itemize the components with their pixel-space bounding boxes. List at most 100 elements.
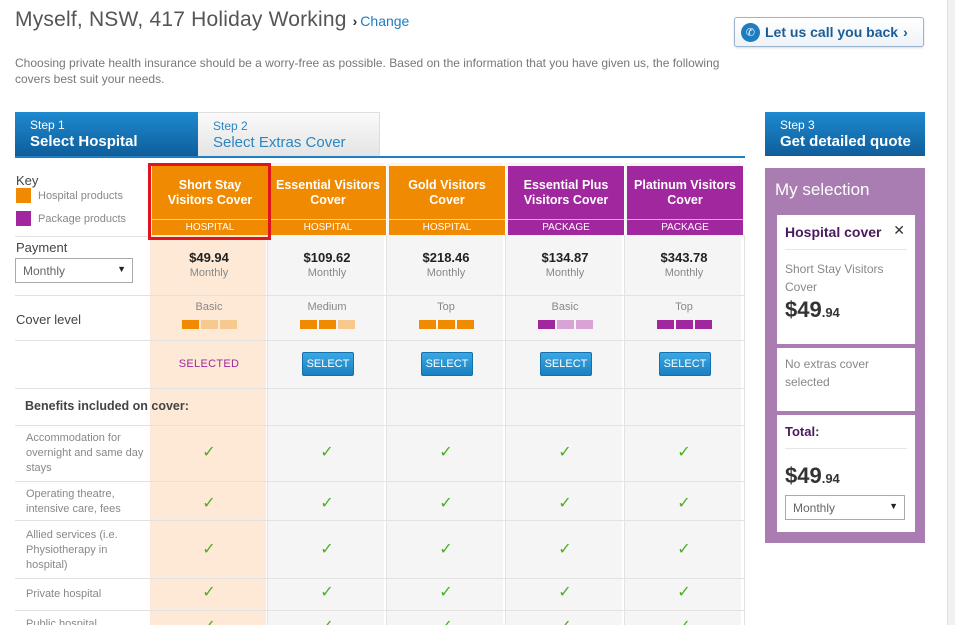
benefit-label: Public hospital: [26, 618, 97, 625]
level-bar: [319, 320, 336, 329]
check-icon: ✓: [506, 616, 624, 625]
check-icon: ✓: [558, 584, 572, 601]
level-bar: [657, 320, 674, 329]
my-selection-title: My selection: [775, 180, 870, 199]
chevron-right-icon: ›: [352, 13, 358, 29]
step-3-tab[interactable]: Step 3 Get detailed quote: [765, 112, 925, 156]
check-icon: ✓: [320, 495, 334, 512]
benefit-label: Allied services (i.e. Physiotherapy in h…: [26, 529, 118, 571]
level-bar: [220, 320, 237, 329]
page-scrollbar[interactable]: [947, 0, 955, 625]
product-type: HOSPITAL: [389, 219, 505, 235]
cover-level-text: Top: [437, 301, 455, 313]
hospital-cover-card: Hospital cover ✕ Short Stay Visitors Cov…: [777, 215, 915, 344]
row-divider: [15, 425, 745, 426]
check-icon: ✓: [558, 541, 572, 558]
level-bar: [338, 320, 355, 329]
step-name: Get detailed quote: [780, 133, 911, 150]
column-divider: [267, 235, 268, 625]
product-price: $109.62: [303, 250, 351, 265]
change-link[interactable]: › Change: [353, 13, 410, 29]
payment-frequency-value: Monthly: [23, 264, 66, 278]
product-column-essential: Essential Visitors Cover HOSPITAL $109.6…: [268, 163, 386, 625]
row-divider: [15, 295, 745, 296]
cover-level-label: Cover level: [16, 312, 82, 327]
total-frequency-select[interactable]: Monthly ▼: [785, 495, 905, 520]
dropdown-arrow-icon: ▼: [889, 501, 898, 511]
step-name: Select Extras Cover: [213, 134, 346, 151]
total-card: Total: $49.94 Monthly ▼: [777, 415, 915, 532]
price-cents: .94: [821, 305, 840, 320]
product-name[interactable]: Platinum Visitors Cover: [627, 166, 743, 219]
key-hospital-label: Hospital products: [38, 189, 123, 202]
total-label: Total:: [785, 424, 820, 439]
cover-level-text: Basic: [195, 301, 223, 313]
cover-level-text: Basic: [551, 301, 579, 313]
step-1-tab[interactable]: Step 1 Select Hospital: [15, 112, 198, 156]
product-frequency: Monthly: [664, 267, 704, 279]
check-icon: ✓: [202, 584, 216, 601]
selected-hospital-product: Short Stay Visitors Cover: [785, 262, 884, 294]
product-type: PACKAGE: [627, 219, 743, 235]
level-bar: [419, 320, 436, 329]
check-icon: ✓: [439, 444, 453, 461]
check-icon: ✓: [625, 616, 743, 625]
benefit-label: Private hospital: [26, 588, 102, 600]
benefit-label: Operating theatre, intensive care, fees: [26, 488, 121, 515]
product-column-essential-plus: Essential Plus Visitors Cover PACKAGE $1…: [506, 163, 624, 625]
intro-text: Choosing private health insurance should…: [15, 56, 720, 86]
price-cents: .94: [821, 471, 840, 486]
payment-frequency-select[interactable]: Monthly ▼: [15, 258, 133, 283]
select-button[interactable]: SELECT: [659, 352, 711, 376]
step-number: Step 2: [213, 119, 248, 133]
call-back-label: Let us call you back: [765, 24, 899, 40]
check-icon: ✓: [150, 616, 268, 625]
level-bar: [182, 320, 199, 329]
hospital-price: $49.94: [785, 297, 840, 323]
check-icon: ✓: [677, 541, 691, 558]
divider: [785, 448, 907, 449]
check-icon: ✓: [677, 584, 691, 601]
level-bar: [201, 320, 218, 329]
key-package: Package products: [16, 211, 126, 226]
row-divider: [15, 520, 745, 521]
column-divider: [386, 235, 387, 625]
price-dollars: $49: [785, 463, 822, 488]
highlight-box: [148, 163, 271, 240]
select-button[interactable]: SELECT: [540, 352, 592, 376]
product-name[interactable]: Gold Visitors Cover: [389, 166, 505, 219]
select-button[interactable]: SELECT: [302, 352, 354, 376]
step-number: Step 3: [780, 118, 815, 132]
product-frequency: Monthly: [189, 267, 229, 279]
row-divider: [15, 388, 745, 389]
product-column-platinum: Platinum Visitors Cover PACKAGE $343.78 …: [625, 163, 743, 625]
check-icon: ✓: [677, 444, 691, 461]
level-bar: [695, 320, 712, 329]
hospital-swatch: [16, 188, 31, 203]
step-underline: [15, 156, 745, 158]
benefits-title: Benefits included on cover:: [25, 399, 189, 413]
product-price: $218.46: [422, 250, 470, 265]
level-bar: [300, 320, 317, 329]
check-icon: ✓: [202, 444, 216, 461]
select-button[interactable]: SELECT: [421, 352, 473, 376]
total-frequency-value: Monthly: [793, 501, 836, 515]
product-price: $134.87: [541, 250, 589, 265]
check-icon: ✓: [677, 495, 691, 512]
cover-level-bars: [300, 320, 357, 329]
my-selection-panel: My selection Hospital cover ✕ Short Stay…: [765, 168, 925, 543]
column-divider: [744, 235, 745, 625]
key-title: Key: [16, 173, 39, 188]
check-icon: ✓: [558, 495, 572, 512]
row-divider: [15, 340, 745, 341]
close-icon[interactable]: ✕: [893, 222, 905, 239]
product-name[interactable]: Essential Plus Visitors Cover: [508, 166, 624, 219]
price-dollars: $49: [785, 297, 822, 322]
product-name[interactable]: Essential Visitors Cover: [270, 166, 386, 219]
level-bar: [576, 320, 593, 329]
step-2-tab[interactable]: Step 2 Select Extras Cover: [198, 112, 380, 156]
cover-level-text: Medium: [307, 301, 347, 313]
product-column-gold: Gold Visitors Cover HOSPITAL $218.46 Mon…: [387, 163, 505, 625]
call-back-button[interactable]: ✆ Let us call you back ›: [734, 17, 924, 47]
cover-level-bars: [657, 320, 714, 329]
